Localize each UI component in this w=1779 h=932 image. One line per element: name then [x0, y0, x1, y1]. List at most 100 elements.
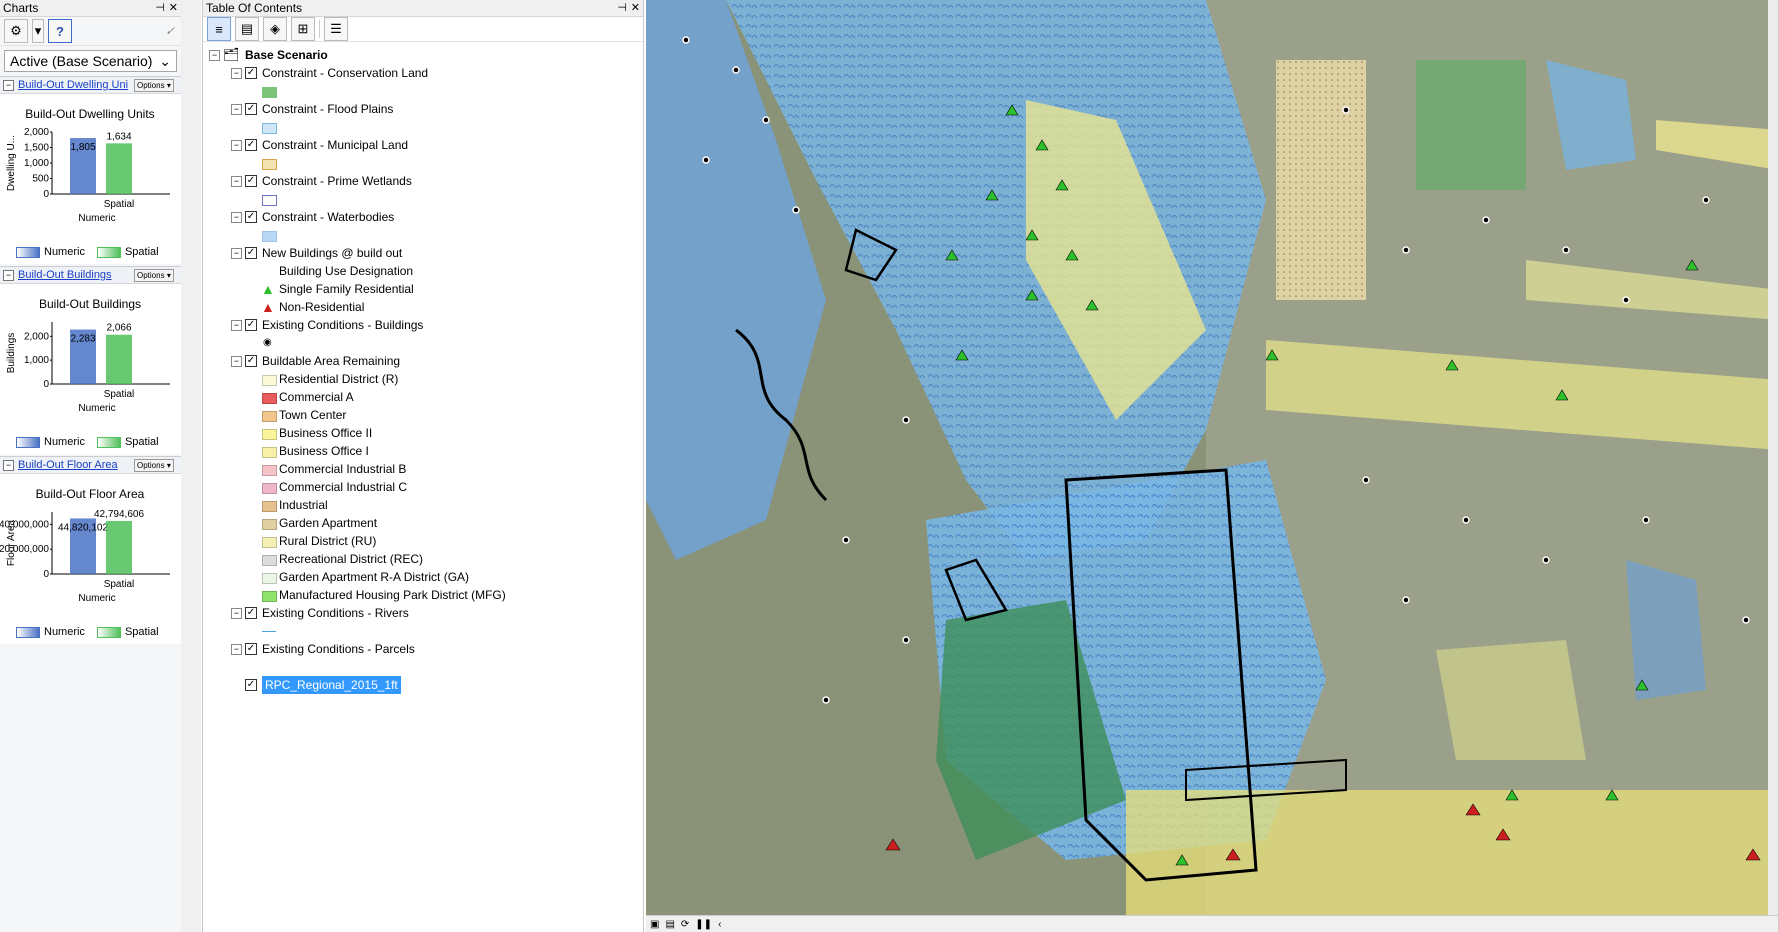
layer-checkbox[interactable]: ✓	[245, 139, 257, 151]
data-label: 1,634	[106, 131, 131, 142]
legend-label: Numeric	[44, 436, 85, 448]
class-label: Garden Apartment R-A District (GA)	[279, 570, 470, 584]
layer-name[interactable]: Constraint - Flood Plains	[262, 100, 393, 118]
pin-icon[interactable]: ⊣	[617, 0, 627, 16]
help-icon[interactable]: ?	[48, 19, 72, 43]
collapse-icon[interactable]: −	[3, 269, 14, 281]
collapse-icon[interactable]: −	[209, 50, 220, 61]
class-swatch	[262, 537, 277, 548]
layer-checkbox[interactable]: ✓	[245, 643, 257, 655]
legend-swatch	[96, 246, 121, 258]
brand-logo-icon: ✓	[164, 24, 175, 38]
layer-checkbox[interactable]: ✓	[245, 679, 257, 691]
layer-checkbox[interactable]: ✓	[245, 247, 257, 259]
data-view-icon[interactable]: ▤	[665, 919, 674, 930]
chart-header: − Build-Out Floor Area Options ▾	[0, 457, 181, 474]
class-swatch	[262, 555, 277, 566]
collapse-icon[interactable]: −	[3, 459, 14, 471]
bar-spatial	[106, 143, 132, 194]
layer-checkbox[interactable]: ✓	[245, 67, 257, 79]
class-swatch	[262, 501, 277, 512]
charts-pane: Charts ⊣ ✕ ⚙ ▾ ? ✓ Active (Base Scenario…	[0, 0, 182, 932]
layer-name[interactable]: Existing Conditions - Parcels	[262, 640, 415, 658]
collapse-icon[interactable]: −	[231, 68, 242, 79]
pin-icon[interactable]: ⊣	[155, 0, 165, 16]
options-button[interactable]: Options ▾	[134, 78, 174, 92]
x-tick-label: Numeric	[78, 213, 115, 224]
chart-body: Build-Out Dwelling Units Dwelling U... 2,0…	[0, 94, 181, 264]
chart-header: − Build-Out Dwelling Uni Options ▾	[0, 77, 181, 94]
y-tick-label: 20,000,000	[0, 544, 49, 555]
collapse-icon[interactable]: −	[231, 320, 242, 331]
class-swatch	[262, 375, 277, 386]
splitter[interactable]	[181, 0, 201, 932]
collapse-icon[interactable]: −	[231, 212, 242, 223]
layer-name[interactable]: Constraint - Waterbodies	[262, 208, 394, 226]
layer-name[interactable]: Existing Conditions - Buildings	[262, 316, 423, 334]
collapse-icon[interactable]: −	[231, 176, 242, 187]
legend-swatch	[96, 436, 121, 448]
close-icon[interactable]: ✕	[169, 0, 178, 16]
collapse-icon[interactable]: −	[231, 104, 242, 115]
scroll-left-icon[interactable]: ‹	[718, 919, 721, 930]
data-label: 44,820,102	[58, 522, 108, 533]
y-tick-label: 40,000,000	[0, 519, 49, 530]
collapse-icon[interactable]: −	[231, 644, 242, 655]
collapse-icon[interactable]: −	[231, 608, 242, 619]
class-label: Non-Residential	[279, 300, 365, 314]
class-label: Town Center	[279, 408, 347, 422]
options-button[interactable]: Options ▾	[134, 458, 174, 472]
layer-symbol	[262, 123, 277, 134]
layer-name[interactable]: Buildable Area Remaining	[262, 352, 400, 370]
chevron-down-icon: ▾	[166, 460, 171, 470]
layer-checkbox[interactable]: ✓	[245, 607, 257, 619]
layer-checkbox[interactable]: ✓	[245, 319, 257, 331]
collapse-icon[interactable]: −	[231, 356, 242, 367]
layer-checkbox[interactable]: ✓	[245, 211, 257, 223]
refresh-icon[interactable]: ⟳	[681, 919, 689, 930]
layer-name[interactable]: Constraint - Municipal Land	[262, 136, 408, 154]
layer-checkbox[interactable]: ✓	[245, 175, 257, 187]
layer-name[interactable]: Existing Conditions - Rivers	[262, 604, 409, 622]
chevron-down-icon: ▾	[166, 270, 171, 280]
layer-checkbox[interactable]: ✓	[245, 103, 257, 115]
list-by-visibility-icon[interactable]: ◈	[263, 17, 287, 41]
chart-settings-icon[interactable]: ⚙	[4, 19, 28, 43]
data-label: 1,805	[70, 142, 95, 153]
list-by-drawing-order-icon[interactable]: ≡	[207, 17, 231, 41]
legend-label: Spatial	[124, 626, 159, 638]
y-tick-label: 0	[43, 379, 49, 390]
layer-name[interactable]: Constraint - Prime Wetlands	[262, 172, 412, 190]
legend-label: Numeric	[44, 246, 85, 258]
layout-view-icon[interactable]: ▣	[650, 919, 659, 930]
map-view[interactable]: ▣ ▤ ⟳ ❚❚ ‹	[646, 0, 1779, 932]
chart-link[interactable]: Build-Out Dwelling Uni	[18, 79, 130, 91]
chart-title: Build-Out Dwelling Units	[25, 107, 154, 121]
map-vertical-scrollbar[interactable]	[1768, 0, 1778, 916]
list-by-selection-icon[interactable]: ⊞	[291, 17, 315, 41]
scenario-select[interactable]: Active (Base Scenario) ⌄	[4, 50, 177, 72]
layer-name[interactable]: Constraint - Conservation Land	[262, 64, 428, 82]
options-icon[interactable]: ☰	[324, 17, 348, 41]
charts-title: Charts	[3, 1, 39, 15]
dropdown-arrow-icon[interactable]: ▾	[32, 19, 44, 43]
y-tick-label: 0	[43, 189, 49, 200]
layer-name[interactable]: New Buildings @ build out	[262, 244, 402, 262]
collapse-icon[interactable]: −	[231, 140, 242, 151]
legend-item: Spatial	[96, 246, 159, 258]
options-button[interactable]: Options ▾	[134, 268, 174, 282]
red-triangle-icon: ▲	[261, 299, 275, 315]
chart-link[interactable]: Build-Out Buildings	[18, 269, 130, 281]
map-canvas[interactable]	[646, 0, 1779, 916]
legend-swatch	[16, 436, 40, 448]
layer-checkbox[interactable]: ✓	[245, 355, 257, 367]
collapse-icon[interactable]: −	[231, 248, 242, 259]
chart-link[interactable]: Build-Out Floor Area	[18, 459, 130, 471]
close-icon[interactable]: ✕	[631, 0, 640, 16]
raster-layer-name[interactable]: RPC_Regional_2015_1ft	[262, 676, 401, 694]
collapse-icon[interactable]: −	[3, 79, 14, 91]
x-tick-label: Numeric	[78, 403, 115, 414]
pause-icon[interactable]: ❚❚	[695, 919, 712, 930]
list-by-source-icon[interactable]: ▤	[235, 17, 259, 41]
chevron-down-icon: ▾	[166, 80, 171, 90]
